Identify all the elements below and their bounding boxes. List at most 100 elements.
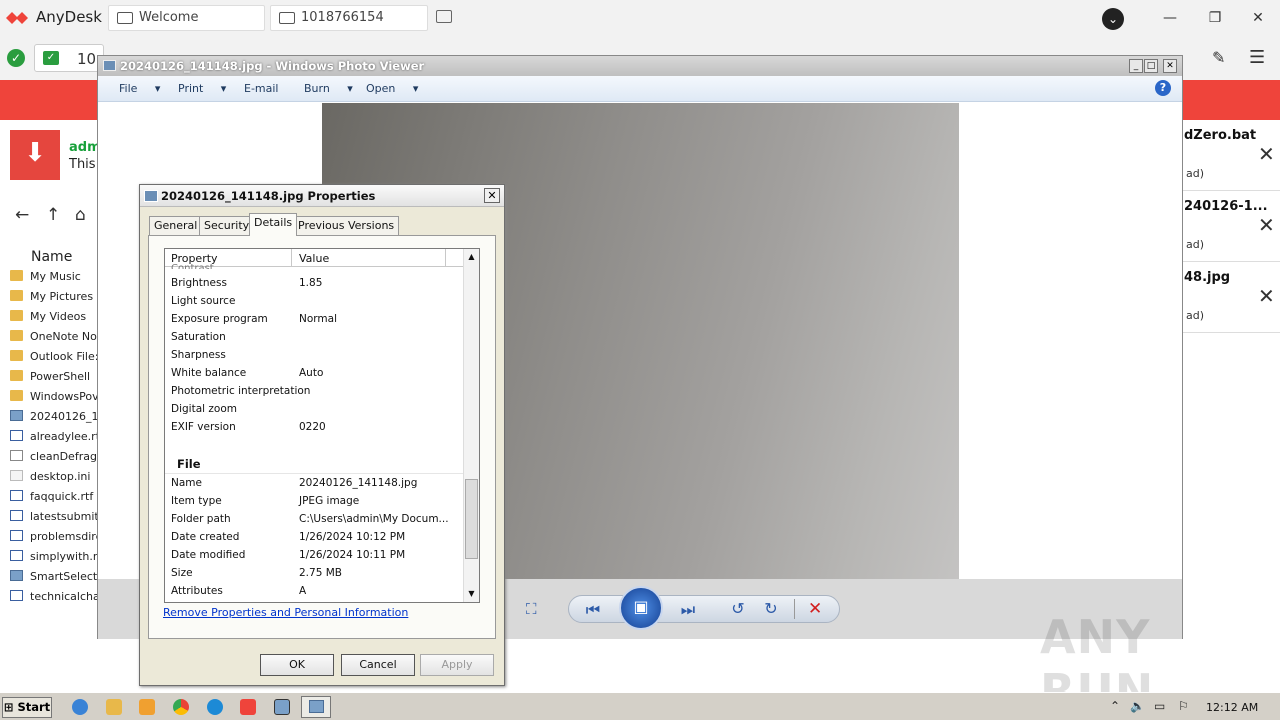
close-icon[interactable]: ✕ (1248, 8, 1268, 28)
column-separator[interactable] (291, 249, 292, 267)
list-item[interactable]: problemsdire (10, 530, 100, 550)
maximize-icon[interactable]: □ (1144, 59, 1158, 73)
slideshow-play-icon[interactable]: ▣ (619, 586, 663, 630)
back-arrow-icon[interactable]: ← (15, 205, 29, 225)
home-icon[interactable]: ⌂ (75, 205, 86, 225)
property-row[interactable]: Name 20240126_141148.jpg (171, 475, 461, 493)
actual-size-icon[interactable]: ⛶ (526, 600, 537, 618)
anydesk-menu-icon[interactable]: ⌄ (1102, 8, 1124, 30)
close-icon[interactable]: ✕ (1163, 59, 1177, 73)
tray-expand-icon[interactable]: ⌃ (1110, 699, 1120, 713)
ok-button[interactable]: OK (260, 654, 334, 676)
up-arrow-icon[interactable]: ↑ (46, 205, 60, 225)
minimize-icon[interactable]: _ (1129, 59, 1143, 73)
menu-email[interactable]: E-mail (244, 82, 279, 95)
property-row[interactable]: Exposure program Normal (171, 311, 461, 329)
volume-icon[interactable]: 🔈 (1130, 699, 1145, 713)
list-item[interactable]: SmartSelect_ (10, 570, 100, 590)
menu-burn[interactable]: Burn ▾ (304, 82, 353, 95)
property-row[interactable]: Sharpness (171, 347, 461, 365)
anydesk-taskbar-icon[interactable] (240, 699, 256, 715)
network-icon[interactable]: ▭ (1154, 699, 1165, 713)
delete-icon[interactable]: ✕ (808, 599, 822, 619)
list-item[interactable]: PowerShell (10, 370, 100, 390)
help-icon[interactable]: ? (1155, 80, 1171, 96)
menu-file[interactable]: File ▾ (119, 82, 160, 95)
property-row[interactable]: Attributes A (171, 583, 461, 601)
list-item[interactable]: desktop.ini (10, 470, 100, 490)
remove-download-icon[interactable]: ✕ (1258, 213, 1275, 237)
list-item[interactable]: faqquick.rtf (10, 490, 100, 510)
remove-download-icon[interactable]: ✕ (1258, 142, 1275, 166)
tab-general[interactable]: General (149, 216, 203, 235)
action-center-flag-icon[interactable]: ⚐ (1178, 699, 1189, 713)
download-name[interactable]: 240126-1... (1184, 199, 1268, 214)
column-name-header[interactable]: Name (31, 249, 72, 265)
internet-explorer-icon[interactable] (72, 699, 88, 715)
apply-button[interactable]: Apply (420, 654, 494, 676)
next-icon[interactable]: ⏭ (678, 600, 698, 620)
property-row[interactable]: Folder path C:\Users\admin\My Docum... (171, 511, 461, 529)
list-item[interactable]: cleanDefragA (10, 450, 100, 470)
tab-previous-versions[interactable]: Previous Versions (293, 216, 400, 235)
address-field[interactable]: ✓ 10 (34, 44, 104, 72)
list-item[interactable]: My Music (10, 270, 100, 290)
list-item[interactable]: latestsubmitt (10, 510, 100, 530)
tab-details[interactable]: Details (249, 213, 298, 236)
minimize-icon[interactable]: — (1160, 8, 1180, 28)
download-name[interactable]: 48.jpg (1184, 270, 1230, 285)
restore-icon[interactable]: ❐ (1205, 8, 1225, 28)
property-row[interactable]: White balance Auto (171, 365, 461, 383)
list-item[interactable]: alreadylee.rtf (10, 430, 100, 450)
menu-print[interactable]: Print ▾ (178, 82, 226, 95)
download-name[interactable]: dZero.bat (1184, 128, 1256, 143)
edge-icon[interactable] (207, 699, 223, 715)
tab-security[interactable]: Security (199, 216, 255, 235)
property-row[interactable]: Photometric interpretation (171, 383, 461, 401)
remove-properties-link[interactable]: Remove Properties and Personal Informati… (163, 606, 408, 619)
property-row[interactable]: Saturation (171, 329, 461, 347)
tab-session[interactable]: 1018766154 (270, 5, 428, 31)
scroll-up-icon[interactable]: ▲ (464, 249, 479, 265)
property-row[interactable]: Size 2.75 MB (171, 565, 461, 583)
column-separator[interactable] (445, 249, 446, 267)
scroll-thumb[interactable] (465, 479, 478, 559)
list-item[interactable]: My Videos (10, 310, 100, 330)
property-row[interactable]: Date created 1/26/2024 10:12 PM (171, 529, 461, 547)
taskbar-clock[interactable]: 12:12 AM (1206, 701, 1258, 714)
active-window-button[interactable] (301, 696, 331, 718)
property-row[interactable]: Item type JPEG image (171, 493, 461, 511)
list-item[interactable]: OneNote No (10, 330, 100, 350)
file-explorer-icon[interactable] (106, 699, 122, 715)
photo-viewer-taskbar-icon[interactable] (274, 699, 290, 715)
list-item[interactable]: technicalchar (10, 590, 100, 610)
dialog-titlebar[interactable]: 20240126_141148.jpg Properties ✕ (140, 185, 504, 207)
tab-welcome[interactable]: Welcome (108, 5, 265, 31)
chrome-icon[interactable] (173, 699, 189, 715)
start-button[interactable]: ⊞ Start (2, 697, 52, 718)
photo-viewer-titlebar[interactable]: 20240126_141148.jpg - Windows Photo View… (98, 56, 1182, 76)
remove-download-icon[interactable]: ✕ (1258, 284, 1275, 308)
property-row[interactable]: EXIF version 0220 (171, 419, 461, 437)
cancel-button[interactable]: Cancel (341, 654, 415, 676)
close-icon[interactable]: ✕ (484, 188, 500, 203)
media-player-icon[interactable] (139, 699, 155, 715)
vertical-scrollbar[interactable]: ▲ ▼ (463, 249, 479, 602)
list-item[interactable]: Outlook File: (10, 350, 100, 370)
property-row[interactable]: Digital zoom (171, 401, 461, 419)
property-grid[interactable]: Property Value Contrast Brightness 1.85 Li… (164, 248, 480, 603)
list-item[interactable]: simplywith.rt (10, 550, 100, 570)
property-row[interactable]: Date modified 1/26/2024 10:11 PM (171, 547, 461, 565)
scroll-down-icon[interactable]: ▼ (464, 586, 479, 602)
property-row[interactable]: Light source (171, 293, 461, 311)
list-item[interactable]: WindowsPov (10, 390, 100, 410)
list-item[interactable]: My Pictures (10, 290, 100, 310)
hamburger-menu-icon[interactable]: ☰ (1249, 47, 1265, 68)
rotate-counterclockwise-icon[interactable]: ↺ (728, 599, 748, 618)
previous-icon[interactable]: ⏮ (583, 600, 603, 620)
property-row[interactable]: Brightness 1.85 (171, 275, 461, 293)
new-tab-monitor-icon[interactable] (436, 10, 452, 23)
rotate-clockwise-icon[interactable]: ↻ (761, 599, 781, 618)
column-value[interactable]: Value (299, 252, 329, 265)
menu-open[interactable]: Open ▾ (366, 82, 418, 95)
